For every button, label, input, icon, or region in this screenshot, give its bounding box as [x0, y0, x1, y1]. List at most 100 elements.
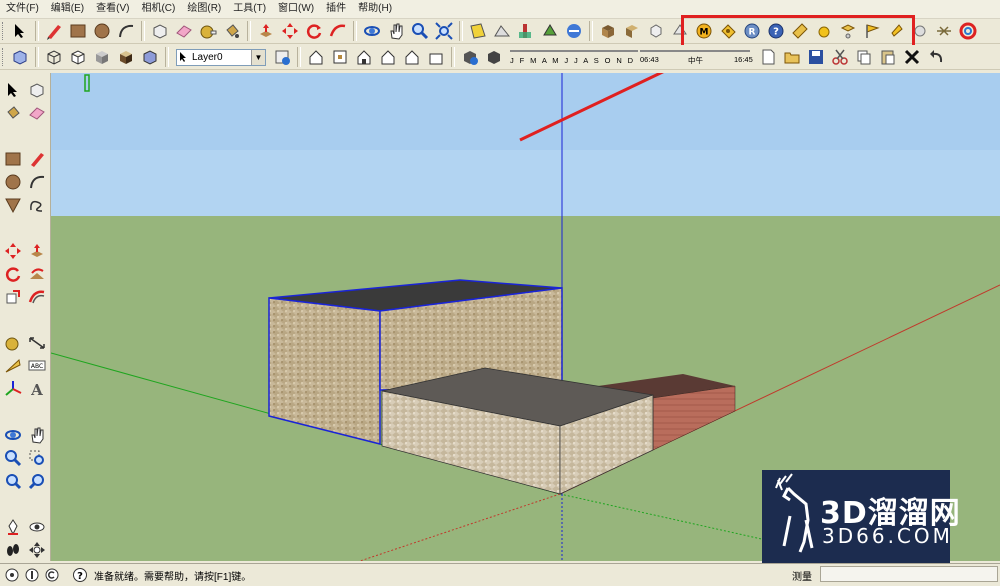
- save-icon[interactable]: [805, 46, 827, 68]
- photo-texture-icon[interactable]: [597, 20, 619, 42]
- zoom-icon[interactable]: [409, 20, 431, 42]
- menu-tools[interactable]: 工具(T): [227, 0, 272, 18]
- menu-draw[interactable]: 绘图(R): [181, 0, 227, 18]
- arc-icon[interactable]: [115, 20, 137, 42]
- tape-measure-icon[interactable]: [2, 332, 24, 353]
- copyright-icon[interactable]: [44, 567, 60, 583]
- geo-location-icon[interactable]: [4, 567, 20, 583]
- move-icon[interactable]: [279, 20, 301, 42]
- eraser-icon[interactable]: [173, 20, 195, 42]
- arc-icon[interactable]: [26, 171, 48, 192]
- hidden-line-icon[interactable]: [67, 46, 89, 68]
- plugin-swirl-icon[interactable]: [957, 20, 979, 42]
- component-browser-icon[interactable]: [621, 20, 643, 42]
- follow-me-icon[interactable]: [327, 20, 349, 42]
- tape-measure-icon[interactable]: [197, 20, 219, 42]
- time-slider-track[interactable]: [640, 50, 750, 52]
- make-component-icon[interactable]: [149, 20, 171, 42]
- select-tool-icon[interactable]: [9, 20, 31, 42]
- copy-icon[interactable]: [853, 46, 875, 68]
- shadow-time-slider[interactable]: J F M A M J J A S O N D 06:43 中午 16:45: [510, 46, 753, 68]
- walk-icon[interactable]: [2, 539, 24, 560]
- 3d-text-icon[interactable]: A: [26, 378, 48, 399]
- shaded-textures-icon[interactable]: [115, 46, 137, 68]
- menu-view[interactable]: 查看(V): [90, 0, 135, 18]
- rectangle-icon[interactable]: [2, 148, 24, 169]
- dimension-icon[interactable]: [26, 332, 48, 353]
- freehand-icon[interactable]: [26, 194, 48, 215]
- share-model-icon[interactable]: [539, 20, 561, 42]
- menu-window[interactable]: 窗口(W): [272, 0, 320, 18]
- iso-view-icon[interactable]: [305, 46, 327, 68]
- position-camera-icon[interactable]: [2, 516, 24, 537]
- previous-view-icon[interactable]: [2, 470, 24, 491]
- pan-hand-icon[interactable]: [385, 20, 407, 42]
- pan-hand-icon[interactable]: [26, 424, 48, 445]
- cut-icon[interactable]: [829, 46, 851, 68]
- right-view-icon[interactable]: [377, 46, 399, 68]
- front-view-icon[interactable]: [353, 46, 375, 68]
- undo-icon[interactable]: [925, 46, 947, 68]
- push-pull-icon[interactable]: [26, 240, 48, 261]
- shaded-icon[interactable]: [91, 46, 113, 68]
- layer-dropdown[interactable]: Layer0 ▼: [176, 48, 266, 66]
- chevron-down-icon[interactable]: ▼: [251, 49, 265, 65]
- get-models-icon[interactable]: [563, 20, 585, 42]
- menu-edit[interactable]: 编辑(E): [45, 0, 90, 18]
- line-icon[interactable]: [26, 148, 48, 169]
- paste-icon[interactable]: [877, 46, 899, 68]
- measurements-box[interactable]: [820, 566, 998, 582]
- delete-icon[interactable]: [901, 46, 923, 68]
- orbit-icon[interactable]: [361, 20, 383, 42]
- top-view-icon[interactable]: [329, 46, 351, 68]
- menu-camera[interactable]: 相机(C): [135, 0, 181, 18]
- toggle-terrain-icon[interactable]: [491, 20, 513, 42]
- plugin-cross-icon[interactable]: [933, 20, 955, 42]
- upload-icon[interactable]: [645, 20, 667, 42]
- make-component-icon[interactable]: [26, 79, 48, 100]
- zoom-window-icon[interactable]: [26, 447, 48, 468]
- push-pull-icon[interactable]: [255, 20, 277, 42]
- zoom-icon[interactable]: [2, 447, 24, 468]
- menu-plugins[interactable]: 插件: [320, 0, 352, 18]
- move-icon[interactable]: [2, 240, 24, 261]
- rotate-icon[interactable]: [2, 263, 24, 284]
- next-view-icon[interactable]: [26, 470, 48, 491]
- axes-icon[interactable]: [2, 378, 24, 399]
- paint-bucket-icon[interactable]: [221, 20, 243, 42]
- get-current-view-icon[interactable]: [467, 20, 489, 42]
- protractor-icon[interactable]: [2, 355, 24, 376]
- back-view-icon[interactable]: [401, 46, 423, 68]
- scale-icon[interactable]: [2, 286, 24, 307]
- monochrome-icon[interactable]: [139, 46, 161, 68]
- xray-icon[interactable]: [9, 46, 31, 68]
- offset-icon[interactable]: [26, 286, 48, 307]
- section-plane-icon[interactable]: [26, 539, 48, 560]
- add-location-icon[interactable]: [515, 20, 537, 42]
- month-slider-track[interactable]: [510, 50, 638, 52]
- wireframe-icon[interactable]: [43, 46, 65, 68]
- select-icon[interactable]: [2, 79, 24, 100]
- look-around-icon[interactable]: [26, 516, 48, 537]
- open-folder-icon[interactable]: [781, 46, 803, 68]
- zoom-extents-icon[interactable]: [433, 20, 455, 42]
- text-icon[interactable]: ABC: [26, 355, 48, 376]
- eraser-icon[interactable]: [26, 102, 48, 123]
- rotate-icon[interactable]: [303, 20, 325, 42]
- pencil-icon[interactable]: [43, 20, 65, 42]
- layer-manager-icon[interactable]: [271, 46, 293, 68]
- polygon-icon[interactable]: [2, 194, 24, 215]
- new-file-icon[interactable]: [757, 46, 779, 68]
- help-icon[interactable]: ?: [72, 567, 88, 583]
- display-shadows-icon[interactable]: [483, 46, 505, 68]
- credits-icon[interactable]: [24, 567, 40, 583]
- menu-file[interactable]: 文件(F): [0, 0, 45, 18]
- circle-icon[interactable]: [91, 20, 113, 42]
- paint-bucket-icon[interactable]: [2, 102, 24, 123]
- shadow-settings-icon[interactable]: [459, 46, 481, 68]
- orbit-icon[interactable]: [2, 424, 24, 445]
- circle-icon[interactable]: [2, 171, 24, 192]
- follow-me-icon[interactable]: [26, 263, 48, 284]
- left-view-icon[interactable]: [425, 46, 447, 68]
- menu-help[interactable]: 帮助(H): [352, 0, 398, 18]
